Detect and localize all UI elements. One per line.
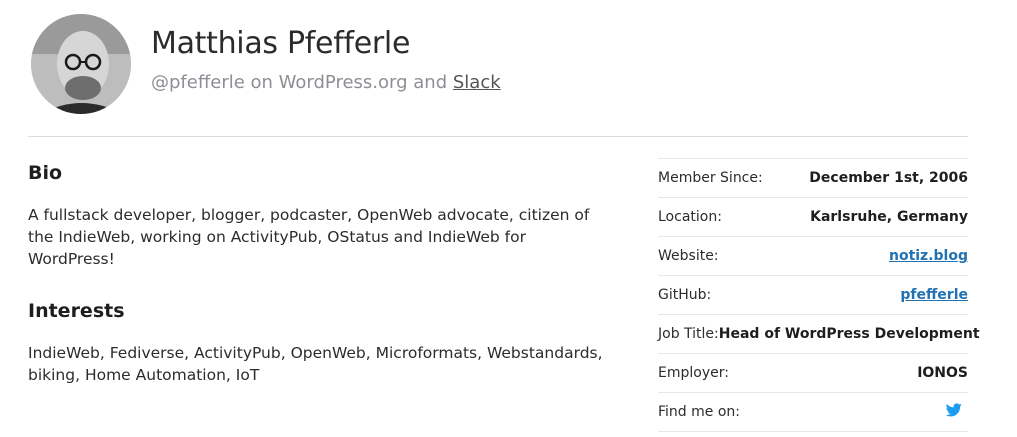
meta-label: Member Since: [658,170,763,186]
github-link[interactable]: pfefferle [900,287,968,303]
handle-text: @pfefferle on WordPress.org and [151,72,448,93]
divider [28,136,968,137]
meta-label: GitHub: [658,287,712,303]
website-link[interactable]: notiz.blog [889,248,968,264]
meta-label: Location: [658,209,722,225]
meta-row-member-since: Member Since: December 1st, 2006 [658,159,968,198]
slack-link[interactable]: Slack [453,72,501,93]
meta-value: IONOS [917,365,968,381]
meta-row-find-me: Find me on: [658,393,968,432]
avatar [31,14,131,114]
meta-row-github: GitHub: pfefferle [658,276,968,315]
interests-heading: Interests [28,300,125,322]
bio-heading: Bio [28,162,63,184]
meta-value: Karlsruhe, Germany [810,209,968,225]
meta-label: Website: [658,248,719,264]
meta-label: Find me on: [658,404,740,420]
meta-label: Job Title: [658,326,719,342]
meta-row-job-title: Job Title: Head of WordPress Development [658,315,980,354]
profile-header: Matthias Pfefferle @pfefferle on WordPre… [31,14,968,114]
bio-text: A fullstack developer, blogger, podcaste… [28,206,590,268]
meta-value: notiz.blog [889,248,968,264]
meta-label: Employer: [658,365,729,381]
profile-handle: @pfefferle on WordPress.org and Slack [151,72,501,93]
profile-meta-list: Member Since: December 1st, 2006 Locatio… [658,158,980,432]
meta-row-employer: Employer: IONOS [658,354,968,393]
meta-row-website: Website: notiz.blog [658,237,968,276]
interests-text: IndieWeb, Fediverse, ActivityPub, OpenWe… [28,344,603,384]
meta-value: pfefferle [900,287,968,303]
meta-value: Head of WordPress Development [718,326,980,342]
meta-row-location: Location: Karlsruhe, Germany [658,198,968,237]
profile-name: Matthias Pfefferle [151,26,411,61]
meta-value: December 1st, 2006 [809,170,968,186]
twitter-icon[interactable] [945,403,962,417]
